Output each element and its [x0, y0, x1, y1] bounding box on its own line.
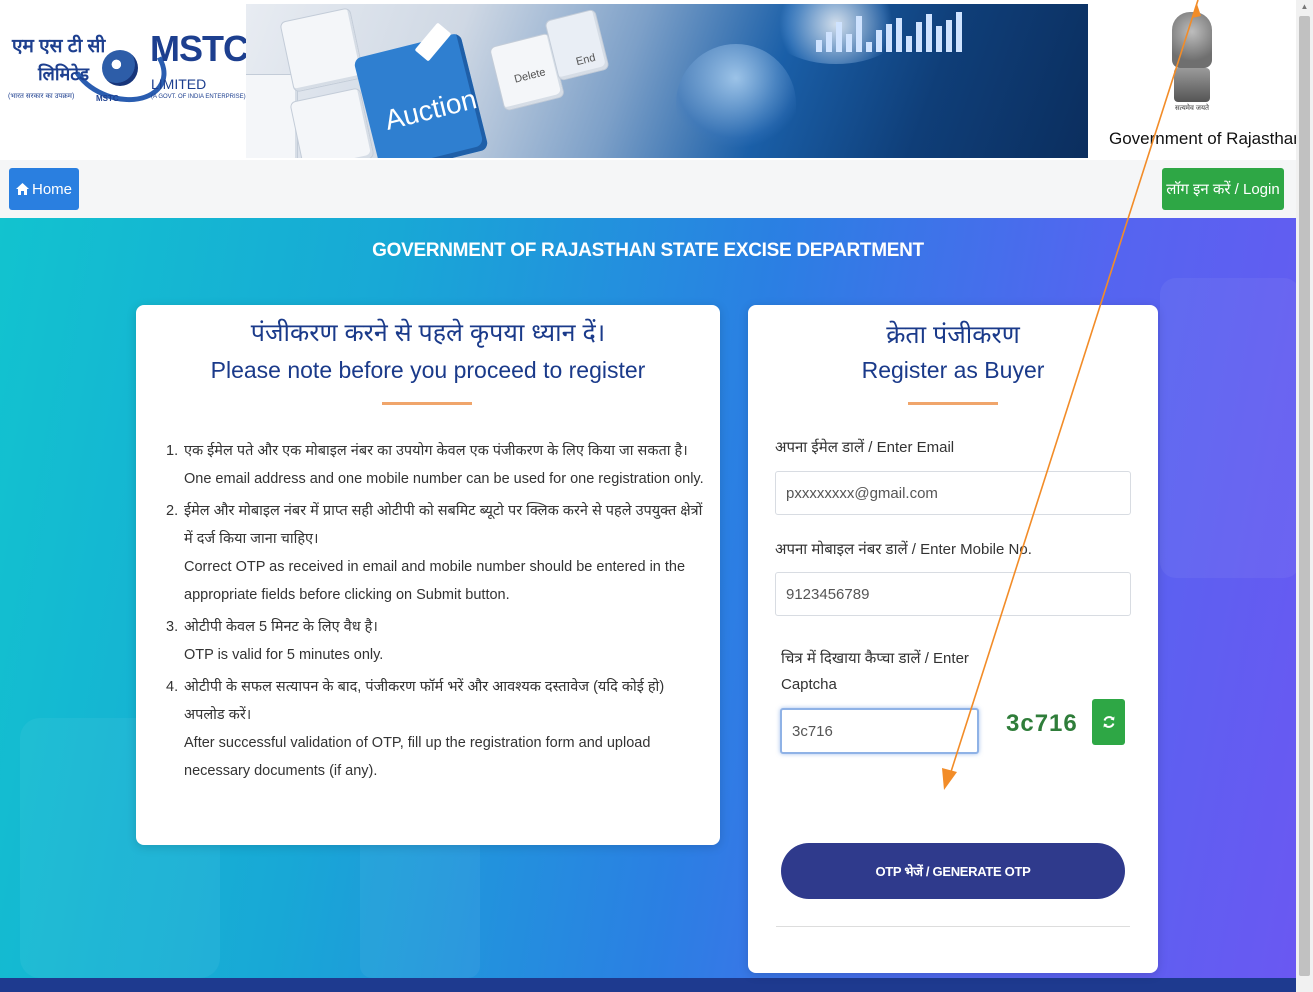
- logo-brand: MSTC: [150, 28, 249, 69]
- refresh-icon: [1103, 716, 1114, 728]
- notice-item-number: 3.: [166, 619, 179, 635]
- form-divider: [776, 926, 1130, 927]
- notice-item-number: 4.: [166, 679, 179, 695]
- home-button[interactable]: Home: [9, 168, 79, 210]
- notice-card: पंजीकरण करने से पहले कृपया ध्यान दें। Pl…: [136, 305, 720, 845]
- notice-item-hindi: ओटीपी केवल 5 मिनट के लिए वैध है।: [184, 619, 378, 635]
- generate-otp-button[interactable]: OTP भेजें / GENERATE OTP: [781, 843, 1125, 899]
- notice-item-hindi: ईमेल और मोबाइल नंबर में प्राप्त सही ओटीप…: [184, 503, 703, 547]
- captcha-image: 3c716: [1006, 710, 1078, 737]
- footer-strip: [0, 978, 1296, 992]
- captcha-label-line2: Captcha: [781, 676, 837, 693]
- refresh-captcha-button[interactable]: [1092, 699, 1125, 745]
- notice-list: 1. एक ईमेल पते और एक मोबाइल नंबर का उपयो…: [166, 437, 706, 789]
- notice-item-english: After successful validation of OTP, fill…: [184, 735, 651, 779]
- mobile-field[interactable]: [775, 572, 1131, 616]
- home-label: Home: [31, 180, 72, 198]
- notice-title-english: Please note before you proceed to regist…: [210, 357, 646, 383]
- notice-item-hindi: एक ईमेल पते और एक मोबाइल नंबर का उपयोग क…: [184, 443, 688, 459]
- logo-hindi-limited: लिमिटेड: [38, 64, 89, 84]
- banner-bars: [816, 12, 962, 52]
- notice-divider: [382, 402, 472, 405]
- mobile-label: अपना मोबाइल नंबर डालें / Enter Mobile No…: [775, 541, 1032, 558]
- notice-title-hindi: पंजीकरण करने से पहले कृपया ध्यान दें।: [250, 319, 606, 347]
- state-emblem-icon: सत्यमेव जयते: [1168, 2, 1216, 114]
- keyboard-key: [246, 74, 298, 158]
- top-nav: Home लॉग इन करें / Login: [0, 160, 1296, 218]
- notice-item-english: One email address and one mobile number …: [184, 471, 704, 487]
- notice-item: 1. एक ईमेल पते और एक मोबाइल नंबर का उपयो…: [166, 437, 706, 493]
- site-header: एम एस टी सी लिमिटेड (भारत सरकार का उपक्र…: [0, 0, 1303, 160]
- banner-hand: [676, 44, 796, 158]
- government-label: Government of Rajasthan: [1109, 129, 1303, 148]
- register-divider: [908, 402, 998, 405]
- notice-item-english: Correct OTP as received in email and mob…: [184, 559, 686, 603]
- logo-limited: LIMITED: [151, 76, 207, 92]
- captcha-input[interactable]: [780, 708, 979, 754]
- logo-hindi-subtitle: (भारत सरकार का उपक्रम): [8, 93, 75, 100]
- logo-mstc-small: MSTC: [96, 94, 119, 103]
- register-title-hindi: क्रेता पंजीकरण: [886, 321, 1020, 349]
- emblem-motto: सत्यमेव जयते: [1174, 105, 1210, 112]
- logo-hindi-name: एम एस टी सी: [12, 36, 106, 57]
- login-button[interactable]: लॉग इन करें / Login: [1162, 168, 1284, 210]
- scrollbar-thumb[interactable]: [1299, 16, 1310, 976]
- notice-item: 2. ईमेल और मोबाइल नंबर में प्राप्त सही ओ…: [166, 497, 706, 609]
- captcha-label-line1: चित्र में दिखाया कैप्चा डालें / Enter: [781, 650, 969, 667]
- notice-item-number: 1.: [166, 443, 179, 459]
- email-field[interactable]: [775, 471, 1131, 515]
- notice-item: 4. ओटीपी के सफल सत्यापन के बाद, पंजीकरण …: [166, 673, 706, 785]
- department-title: GOVERNMENT OF RAJASTHAN STATE EXCISE DEP…: [372, 240, 924, 261]
- notice-item-english: OTP is valid for 5 minutes only.: [184, 647, 384, 663]
- header-banner: Auction Delete End: [246, 4, 1088, 158]
- email-label: अपना ईमेल डालें / Enter Email: [775, 439, 955, 456]
- scroll-up-arrow-icon[interactable]: ▲: [1296, 0, 1313, 14]
- globe-icon: [102, 50, 138, 86]
- notice-item-hindi: ओटीपी के सफल सत्यापन के बाद, पंजीकरण फॉर…: [184, 679, 665, 723]
- mstc-logo[interactable]: एम एस टी सी लिमिटेड (भारत सरकार का उपक्र…: [8, 15, 249, 120]
- register-title-english: Register as Buyer: [861, 357, 1045, 383]
- notice-item-number: 2.: [166, 503, 179, 519]
- home-icon: [15, 183, 29, 195]
- notice-item: 3. ओटीपी केवल 5 मिनट के लिए वैध है। OTP …: [166, 613, 706, 669]
- keyboard-key: [279, 7, 365, 93]
- logo-subtitle: (A GOVT. OF INDIA ENTERPRISE): [151, 94, 246, 100]
